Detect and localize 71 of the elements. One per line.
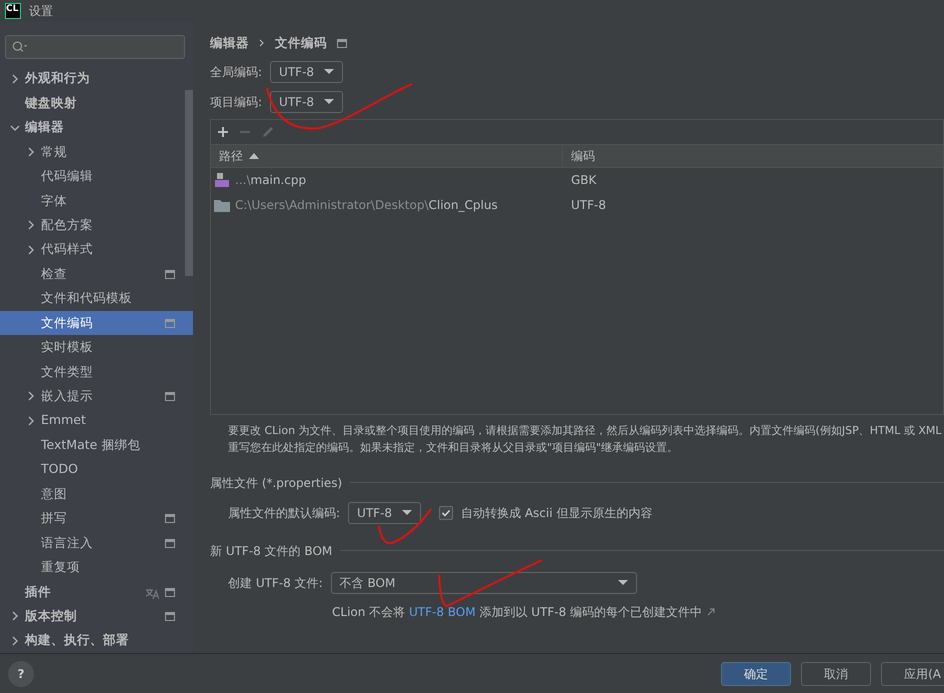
sidebar-item[interactable]: 实时模板 <box>0 335 193 360</box>
window-title: 设置 <box>29 3 53 20</box>
global-encoding-dropdown[interactable]: UTF-8 <box>270 60 344 83</box>
dialog-button[interactable]: 取消 <box>801 662 872 686</box>
project-scope-icon <box>165 588 175 597</box>
help-text: 要更改 CLion 为文件、目录或整个项目使用的编码，请根据需要添加其路径，然后从编码列表中选择编码。内置文件编码(例如JSP、HTML 或 XML <box>228 422 942 439</box>
note-text: CLion 不会将 UTF-8 BOM 添加到以 UTF-8 编码的每个已创建文件中 <box>332 604 702 619</box>
field-label: 项目编码: <box>210 94 262 111</box>
sidebar-item[interactable]: 版本控制 <box>0 604 193 629</box>
breadcrumb-separator-icon <box>259 38 265 48</box>
section-title: 新 UTF-8 文件的 BOM <box>210 542 332 560</box>
bom-dropdown[interactable]: 不含 BOM <box>330 572 637 594</box>
checkmark-icon <box>441 508 452 518</box>
sidebar-item[interactable]: 字体 <box>0 188 193 214</box>
sidebar-item[interactable]: 外观和行为 <box>0 66 193 91</box>
section-title: 属性文件 (*.properties) <box>210 474 342 492</box>
sidebar-item[interactable]: 文件和代码模板 <box>0 286 193 311</box>
cpp-file-icon <box>214 173 230 188</box>
table-cell-text: GBK <box>571 172 596 190</box>
column-header[interactable]: 路径 <box>211 144 563 167</box>
sidebar-item[interactable]: 文件编码 <box>0 310 193 336</box>
sidebar-item[interactable]: 插件 <box>0 580 193 604</box>
sidebar-item[interactable]: 构建、执行、部署 <box>0 628 193 653</box>
external-link-icon <box>707 608 716 616</box>
sidebar-item[interactable]: Emmet <box>0 408 193 434</box>
breadcrumb-item[interactable]: 编辑器 <box>210 34 249 53</box>
project-scope-icon <box>165 612 175 622</box>
breadcrumb-item: 文件编码 <box>275 34 327 52</box>
sidebar-item[interactable]: 文件类型 <box>0 360 193 384</box>
sidebar-item[interactable]: 代码样式 <box>0 238 193 262</box>
project-scope-icon <box>165 392 175 402</box>
search-icon <box>12 40 28 54</box>
sidebar-item[interactable]: 配色方案 <box>0 213 193 238</box>
sidebar-item[interactable]: 嵌入提示 <box>0 384 193 409</box>
search-field[interactable] <box>5 35 185 58</box>
path-text: C:\Users\Administrator\Desktop\Clion_Cplus <box>235 197 498 214</box>
help-text: 重写您在此处指定的编码。如果未指定，文件和目录将从父目录或"项目编码"继承编码设置。 <box>228 440 680 456</box>
field-label: 属性文件的默认编码: <box>228 504 340 522</box>
folder-icon <box>214 198 230 212</box>
path-text: ...\main.cpp <box>235 172 306 190</box>
sidebar-item[interactable]: 键盘映射 <box>0 90 193 116</box>
project-scope-icon <box>165 538 175 548</box>
sidebar-item[interactable]: 拼写 <box>0 506 193 531</box>
link[interactable]: UTF-8 BOM <box>408 604 476 619</box>
app-logo-icon: CL <box>5 3 21 19</box>
add-icon[interactable] <box>217 126 229 138</box>
sidebar-item[interactable]: 语言注入 <box>0 530 193 556</box>
project-encoding-dropdown[interactable]: UTF-8 <box>270 90 344 113</box>
sidebar-item[interactable]: TODO <box>0 458 193 482</box>
project-scope-icon <box>165 318 175 328</box>
help-button[interactable]: ? <box>8 660 34 686</box>
properties-encoding-dropdown[interactable]: UTF-8 <box>348 502 422 524</box>
sidebar-item[interactable]: 意图 <box>0 482 193 506</box>
dialog-button[interactable]: 确定 <box>721 662 792 686</box>
sidebar-item[interactable]: 检查 <box>0 262 193 286</box>
table-cell-text: UTF-8 <box>571 197 606 214</box>
checkbox-label: 自动转换成 Ascii 但显示原生的内容 <box>461 504 652 522</box>
project-scope-icon <box>337 38 347 48</box>
dialog-button[interactable]: 应用(A <box>881 662 944 686</box>
sidebar-item[interactable]: 重复项 <box>0 555 193 580</box>
sidebar-item[interactable]: 编辑器 <box>0 115 193 140</box>
project-scope-icon <box>165 514 175 524</box>
sidebar-item[interactable]: TextMate 捆绑包 <box>0 433 193 458</box>
sidebar-item[interactable]: 常规 <box>0 140 193 164</box>
project-scope-icon <box>165 270 175 279</box>
sidebar-item[interactable]: 代码编辑 <box>0 164 193 189</box>
column-header[interactable]: 编码 <box>563 144 943 167</box>
checkbox[interactable] <box>439 506 454 520</box>
scrollbar[interactable] <box>185 90 193 276</box>
field-label: 创建 UTF-8 文件: <box>228 574 323 592</box>
field-label: 全局编码: <box>210 64 262 81</box>
